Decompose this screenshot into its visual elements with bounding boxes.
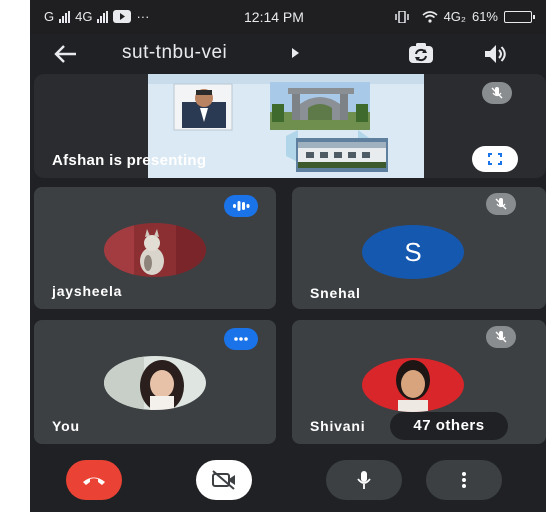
phone-hangup-icon — [83, 477, 105, 485]
mic-off-icon — [491, 87, 503, 99]
status-time: 12:14 PM — [244, 9, 304, 25]
portrait-photo — [362, 358, 464, 412]
presenting-tile[interactable]: Afshan is presenting — [34, 74, 546, 178]
battery-percent: 61% — [471, 9, 498, 24]
fullscreen-icon — [488, 153, 502, 165]
avatar-initial: S — [404, 236, 422, 267]
avatar: S — [362, 225, 464, 279]
participant-tile-jaysheela[interactable]: jaysheela — [34, 187, 276, 309]
fullscreen-button[interactable] — [472, 146, 518, 172]
mic-off-icon — [495, 331, 507, 343]
status-right: 4G₂ 61% — [394, 9, 535, 24]
more-vertical-icon — [462, 472, 466, 488]
participant-name: Shivani — [310, 418, 366, 434]
more-options-button[interactable] — [426, 460, 502, 500]
cat-photo — [104, 223, 206, 277]
status-left: G 4G ··· — [44, 9, 149, 24]
mic-button[interactable] — [326, 460, 402, 500]
caret-right-icon[interactable] — [292, 48, 299, 58]
camera-switch-icon[interactable] — [406, 40, 436, 68]
camera-off-icon — [212, 470, 235, 490]
participant-tile-snehal[interactable]: S Snehal — [292, 187, 546, 309]
vibrate-icon — [394, 10, 409, 23]
mic-icon — [357, 471, 371, 489]
battery-icon — [504, 10, 535, 23]
participant-name: Snehal — [310, 285, 361, 301]
more-notifications: ··· — [136, 9, 150, 24]
avatar — [362, 358, 464, 412]
camera-toggle-button[interactable] — [196, 460, 252, 500]
network-right: 4G₂ — [443, 9, 466, 24]
meet-call-screen: G 4G ··· 12:14 PM 4G₂ 61% sut-tnbu-vei A… — [30, 0, 546, 512]
speaking-dots-icon — [234, 337, 248, 341]
speaker-icon[interactable] — [480, 40, 510, 68]
signal-icon — [59, 10, 71, 23]
speaking-badge — [224, 328, 258, 350]
speaking-badge — [224, 195, 258, 217]
wifi-icon — [422, 10, 438, 23]
participant-name: You — [52, 418, 80, 434]
selfie-photo — [104, 356, 206, 410]
top-app-bar: sut-tnbu-vei — [30, 34, 546, 74]
meeting-code[interactable]: sut-tnbu-vei — [122, 42, 227, 64]
end-call-button[interactable] — [66, 460, 122, 500]
participant-tile-you[interactable]: You — [34, 320, 276, 444]
status-bar: G 4G ··· 12:14 PM 4G₂ 61% — [30, 0, 546, 34]
presenter-label: Afshan is presenting — [52, 152, 207, 169]
mic-off-badge — [486, 326, 516, 348]
mic-off-icon — [495, 198, 507, 210]
youtube-notification-icon — [113, 10, 132, 23]
arrow-left-icon[interactable] — [50, 40, 80, 68]
mic-off-badge — [486, 193, 516, 215]
others-count-pill[interactable]: 47 others — [390, 412, 508, 440]
participant-name: jaysheela — [52, 283, 123, 299]
network-left: 4G — [75, 9, 93, 24]
carrier-text: G — [44, 9, 55, 24]
mic-off-badge — [482, 82, 512, 104]
avatar — [104, 356, 206, 410]
avatar — [104, 223, 206, 277]
speaking-dots-icon — [233, 201, 250, 211]
signal-icon-2 — [97, 10, 109, 23]
